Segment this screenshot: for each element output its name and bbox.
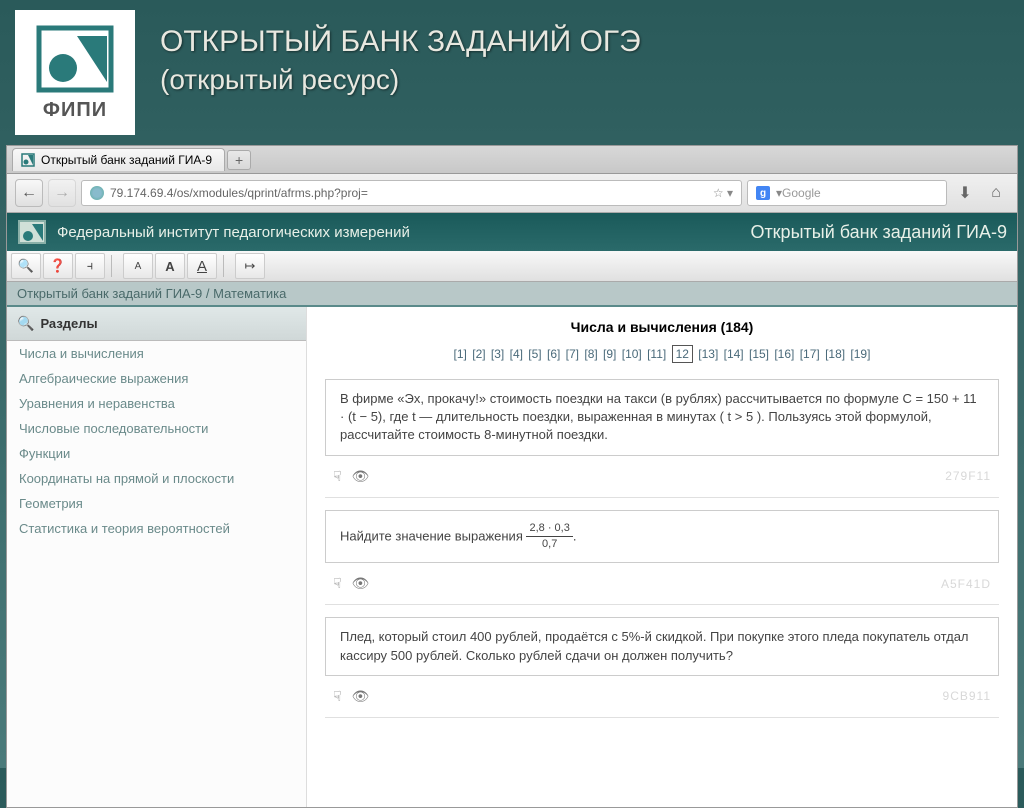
search-input[interactable]: g ▾ Google	[747, 180, 947, 206]
browser-tab[interactable]: Открытый банк заданий ГИА-9	[12, 148, 225, 171]
sidebar-item[interactable]: Алгебраические выражения	[7, 366, 306, 391]
task-footer: ☟ 👁 9CB911	[325, 684, 999, 718]
page-link[interactable]: [7]	[566, 347, 579, 361]
sidebar-item[interactable]: Числа и вычисления	[7, 341, 306, 366]
pagination: [1] [2] [3] [4] [5] [6] [7] [8] [9] [10]…	[325, 347, 999, 361]
institute-name: Федеральный институт педагогических изме…	[57, 224, 410, 241]
page-link[interactable]: [11]	[647, 347, 666, 361]
slide-subtitle: (открытый ресурс)	[160, 64, 641, 96]
page-link[interactable]: [16]	[774, 347, 794, 361]
font-small-button[interactable]: A	[123, 253, 153, 279]
eye-icon[interactable]: 👁	[352, 468, 370, 485]
new-tab-button[interactable]: +	[227, 150, 251, 170]
pointer-icon[interactable]: ☟	[333, 468, 342, 485]
task-id: 9CB911	[943, 689, 991, 703]
sidebar-item[interactable]: Геометрия	[7, 491, 306, 516]
sidebar-item[interactable]: Координаты на прямой и плоскости	[7, 466, 306, 491]
page-link[interactable]: [10]	[622, 347, 642, 361]
address-bar: ← → 79.174.69.4/os/xmodules/qprint/afrms…	[7, 174, 1017, 213]
page-link[interactable]: [2]	[472, 347, 485, 361]
pointer-icon[interactable]: ☟	[333, 688, 342, 705]
breadcrumb: Открытый банк заданий ГИА-9 / Математика	[7, 282, 1017, 307]
help-icon[interactable]: ❓	[43, 253, 73, 279]
tab-title: Открытый банк заданий ГИА-9	[41, 153, 212, 167]
search-icon[interactable]: 🔍	[11, 253, 41, 279]
fipi-logo-label: ФИПИ	[43, 99, 107, 122]
eye-icon[interactable]: 👁	[352, 575, 370, 592]
sidebar: 🔍 Разделы Числа и вычисленияАлгебраическ…	[7, 307, 307, 807]
task-id: A5F41D	[941, 577, 991, 591]
exit-icon[interactable]: ↦	[235, 253, 265, 279]
page-link[interactable]: [1]	[454, 347, 467, 361]
task-card: В фирме «Эх, прокачу!» стоимость поездки…	[325, 379, 999, 456]
page-link[interactable]: [15]	[749, 347, 769, 361]
tab-bar: Открытый банк заданий ГИА-9 +	[7, 146, 1017, 174]
page-header: Федеральный институт педагогических изме…	[7, 213, 1017, 251]
page-link[interactable]: [6]	[547, 347, 560, 361]
page-link[interactable]: [14]	[724, 347, 744, 361]
page-link[interactable]: [3]	[491, 347, 504, 361]
home-button[interactable]: ⌂	[983, 180, 1009, 206]
page-logo-icon	[17, 219, 47, 245]
pointer-icon[interactable]: ☟	[333, 575, 342, 592]
font-medium-button[interactable]: A	[155, 253, 185, 279]
fipi-logo-icon	[35, 24, 115, 94]
tab-favicon-icon	[21, 153, 35, 167]
page-link[interactable]: [9]	[603, 347, 616, 361]
google-icon: g	[756, 186, 770, 200]
task-footer: ☟ 👁 279F11	[325, 464, 999, 498]
page-link[interactable]: [13]	[698, 347, 718, 361]
page-link[interactable]: [4]	[510, 347, 523, 361]
stats-icon[interactable]: ⫞	[75, 253, 105, 279]
task-id: 279F11	[945, 469, 991, 483]
page-link[interactable]: [19]	[850, 347, 870, 361]
task-footer: ☟ 👁 A5F41D	[325, 571, 999, 605]
globe-icon	[90, 186, 104, 200]
page-toolbar: 🔍 ❓ ⫞ A A A ↦	[7, 251, 1017, 282]
sidebar-item[interactable]: Статистика и теория вероятностей	[7, 516, 306, 541]
sidebar-item[interactable]: Числовые последовательности	[7, 416, 306, 441]
page-link[interactable]: 12	[672, 345, 693, 363]
page-link[interactable]: [5]	[528, 347, 541, 361]
main-content: Числа и вычисления (184) [1] [2] [3] [4]…	[307, 307, 1017, 807]
page-link[interactable]: [17]	[800, 347, 820, 361]
bank-title: Открытый банк заданий ГИА-9	[750, 222, 1007, 243]
page-link[interactable]: [18]	[825, 347, 845, 361]
download-button[interactable]: ⬇	[952, 180, 978, 206]
fipi-logo: ФИПИ	[15, 10, 135, 135]
sidebar-item[interactable]: Уравнения и неравенства	[7, 391, 306, 416]
task-card: Плед, который стоил 400 рублей, продаётс…	[325, 617, 999, 675]
slide-title: ОТКРЫТЫЙ БАНК ЗАДАНИЙ ОГЭ (открытый ресу…	[135, 10, 641, 96]
url-input[interactable]: 79.174.69.4/os/xmodules/qprint/afrms.php…	[81, 180, 742, 206]
page-link[interactable]: [8]	[584, 347, 597, 361]
eye-icon[interactable]: 👁	[352, 688, 370, 705]
section-title: Числа и вычисления (184)	[325, 319, 999, 335]
forward-button[interactable]: →	[48, 179, 76, 207]
sidebar-heading: 🔍 Разделы	[7, 307, 306, 341]
sidebar-item[interactable]: Функции	[7, 441, 306, 466]
font-large-button[interactable]: A	[187, 253, 217, 279]
task-card: Найдите значение выражения 2,8 · 0,30,7.	[325, 510, 999, 564]
search-icon: 🔍	[17, 315, 34, 332]
bookmark-dropdown-icon[interactable]: ☆ ▾	[713, 186, 733, 200]
browser-window: Открытый банк заданий ГИА-9 + ← → 79.174…	[6, 145, 1018, 808]
back-button[interactable]: ←	[15, 179, 43, 207]
